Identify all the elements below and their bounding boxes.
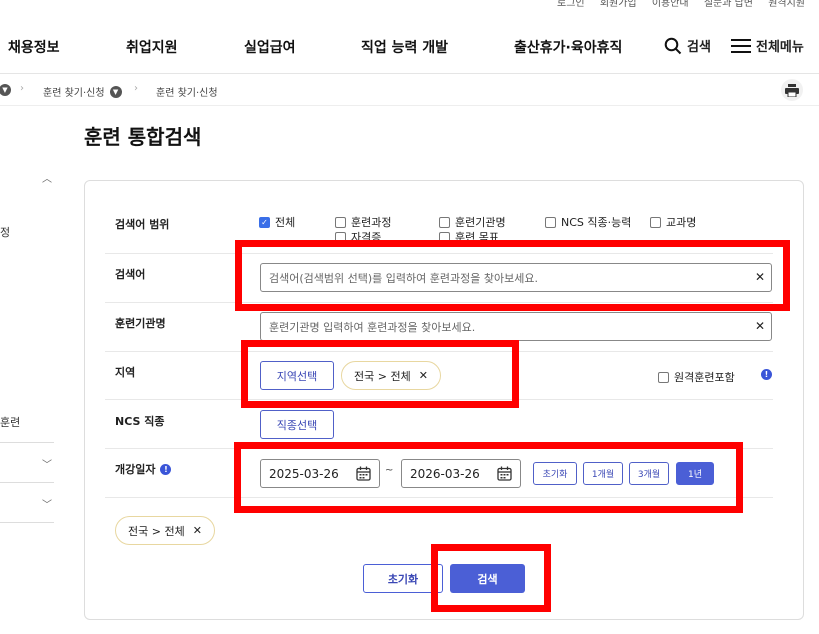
scope-option-label: 훈련과정 — [351, 216, 392, 229]
sidebar-item-training[interactable]: 훈련 — [0, 414, 20, 430]
checkbox-icon — [658, 371, 669, 383]
remote-training-label: 원격훈련포함 — [674, 371, 735, 384]
sidebar: ︿ 정 훈련 ﹀ ﹀ — [0, 106, 56, 634]
remote-training-checkbox[interactable]: 원격훈련포함 — [658, 369, 735, 385]
info-icon[interactable]: ! — [160, 463, 172, 475]
checkbox-icon — [650, 216, 661, 228]
breadcrumb-current: 훈련 찾기·신청 — [156, 84, 218, 99]
scope-option-label: 훈련기관명 — [455, 216, 506, 229]
highlight-box-search-button — [431, 544, 551, 612]
print-button[interactable] — [781, 79, 803, 101]
scope-checkbox-institution[interactable]: 훈련기관명 — [439, 214, 506, 230]
date-label-group: 개강일자 ! — [115, 461, 172, 477]
menu-parental-leave[interactable]: 출산휴가·육아휴직 — [514, 37, 622, 57]
sidebar-divider — [0, 442, 54, 443]
checkbox-icon — [545, 216, 556, 228]
chevron-down-icon[interactable]: ﹀ — [42, 496, 52, 511]
breadcrumb-separator: › — [134, 83, 138, 94]
highlight-box-date — [234, 442, 743, 513]
scope-option-label: 전체 — [275, 216, 296, 229]
sidebar-item-partial[interactable]: 정 — [0, 224, 10, 240]
ncs-select-button[interactable]: 직종선택 — [260, 410, 334, 439]
info-icon[interactable]: ! — [761, 369, 772, 380]
checkbox-icon — [335, 216, 346, 228]
institution-input[interactable]: 훈련기관명 입력하여 훈련과정을 찾아보세요. ✕ — [260, 312, 772, 341]
close-icon[interactable]: ✕ — [755, 319, 765, 333]
scope-checkbox-subject[interactable]: 교과명 — [650, 214, 696, 230]
sidebar-divider — [0, 522, 54, 523]
scope-option-label: NCS 직종·능력 — [561, 216, 632, 229]
breadcrumb-label: 훈련 찾기·신청 — [43, 88, 105, 99]
menu-employment-support[interactable]: 취업지원 — [126, 37, 178, 57]
menu-jobs[interactable]: 채용정보 — [8, 37, 60, 57]
date-label: 개강일자 — [115, 463, 156, 476]
selected-filter-chip[interactable]: 전국 > 전체 ✕ — [115, 516, 215, 545]
global-nav: 채용정보 취업지원 실업급여 직업 능력 개발 출산휴가·육아휴직 검색 전체메… — [0, 0, 819, 74]
ncs-label: NCS 직종 — [115, 415, 165, 428]
scope-option-label: 교과명 — [666, 216, 697, 229]
scope-label: 검색어 범위 — [115, 218, 170, 231]
all-menu-label: 전체메뉴 — [756, 40, 804, 55]
chevron-down-icon[interactable]: ﹀ — [42, 456, 52, 471]
all-menu-button[interactable]: 전체메뉴 — [731, 36, 804, 55]
close-icon[interactable]: ✕ — [193, 524, 202, 537]
selected-filter-label: 전국 > 전체 — [128, 524, 185, 538]
breadcrumb-item[interactable]: 훈련 찾기·신청 ▼ — [43, 84, 122, 99]
checkbox-checked-icon: ✓ — [259, 216, 270, 228]
hamburger-icon — [731, 38, 751, 53]
search-button-label: 검색 — [687, 40, 711, 55]
scope-checkbox-all[interactable]: ✓ 전체 — [259, 214, 295, 230]
scope-checkbox-ncs[interactable]: NCS 직종·능력 — [545, 214, 631, 230]
region-label: 지역 — [115, 366, 136, 379]
sidebar-divider — [0, 482, 54, 483]
checkbox-icon — [439, 216, 450, 228]
breadcrumb-separator: › — [20, 83, 24, 94]
breadcrumb-label: 훈련 찾기·신청 — [156, 88, 218, 99]
highlight-box-region — [241, 340, 519, 408]
menu-vocational-training[interactable]: 직업 능력 개발 — [361, 37, 448, 57]
page-title: 훈련 통합검색 — [84, 125, 202, 149]
breadcrumb: ▼ › 훈련 찾기·신청 ▼ › 훈련 찾기·신청 — [0, 74, 819, 106]
chevron-down-icon[interactable]: ▼ — [0, 84, 11, 96]
chevron-up-icon[interactable]: ︿ — [42, 170, 52, 185]
search-button[interactable]: 검색 — [664, 36, 711, 55]
printer-icon — [785, 83, 799, 97]
search-icon — [664, 37, 682, 54]
keyword-label: 검색어 — [115, 268, 146, 281]
menu-unemployment-benefit[interactable]: 실업급여 — [244, 37, 296, 57]
institution-placeholder: 훈련기관명 입력하여 훈련과정을 찾아보세요. — [269, 320, 476, 334]
chevron-down-icon[interactable]: ▼ — [109, 85, 122, 98]
scope-checkbox-course[interactable]: 훈련과정 — [335, 214, 391, 230]
highlight-box-keyword — [235, 240, 790, 311]
institution-label: 훈련기관명 — [115, 317, 166, 330]
